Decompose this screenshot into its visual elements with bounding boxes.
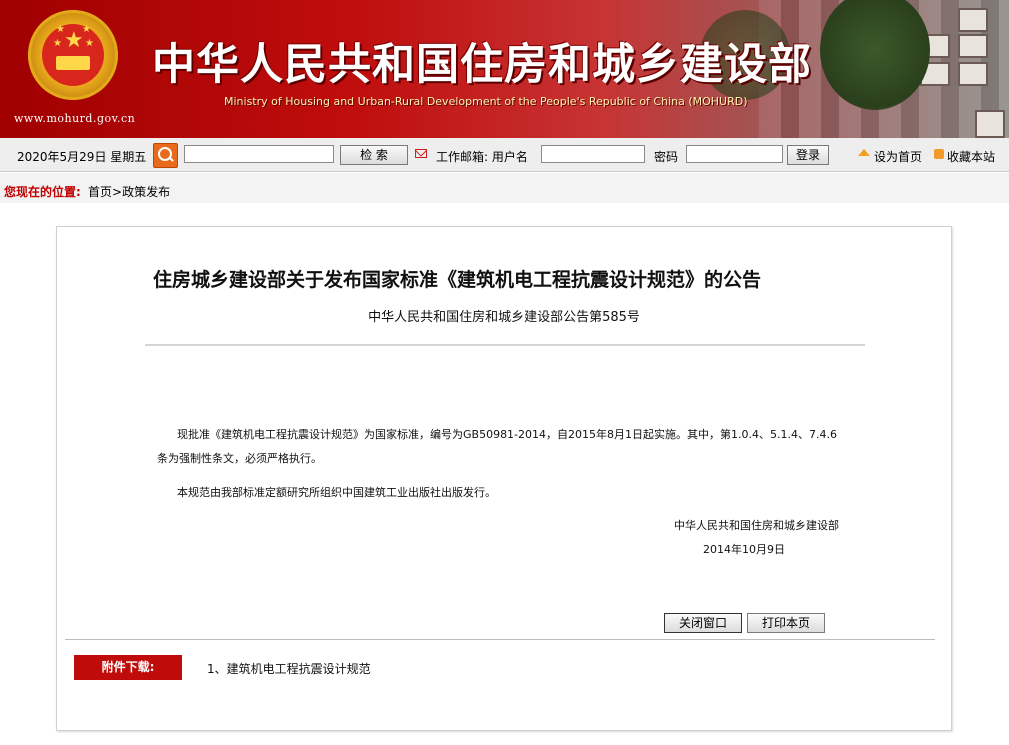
article-paragraph: 现批准《建筑机电工程抗震设计规范》为国家标准，编号为GB50981-2014，自… xyxy=(157,428,837,465)
article-paragraph: 本规范由我部标准定额研究所组织中国建筑工业出版社出版发行。 xyxy=(177,486,496,499)
header-banner: ★ ★ ★ ★ ★ www.mohurd.gov.cn 中华人民共和国住房和城乡… xyxy=(0,0,1009,138)
set-home-link[interactable]: 设为首页 xyxy=(874,148,922,165)
password-input[interactable] xyxy=(686,145,783,163)
breadcrumb: 您现在的位置: 首页>政策发布 xyxy=(0,173,1009,203)
building-door xyxy=(975,110,1005,138)
search-input[interactable] xyxy=(184,145,334,163)
breadcrumb-path: 首页>政策发布 xyxy=(88,183,170,200)
breadcrumb-separator: > xyxy=(112,185,123,199)
signer: 中华人民共和国住房和城乡建设部 xyxy=(674,519,839,532)
print-page-button[interactable]: 打印本页 xyxy=(747,613,825,633)
login-button[interactable]: 登录 xyxy=(787,145,829,165)
document-number: 中华人民共和国住房和城乡建设部公告第585号 xyxy=(368,310,640,325)
current-date: 2020年5月29日 星期五 xyxy=(17,150,147,164)
mail-label: 工作邮箱: 用户名 xyxy=(436,150,528,164)
close-window-button[interactable]: 关闭窗口 xyxy=(664,613,742,633)
site-subtitle: Ministry of Housing and Urban-Rural Deve… xyxy=(224,95,748,108)
national-emblem: ★ ★ ★ ★ ★ xyxy=(28,10,118,100)
bookmark-link[interactable]: 收藏本站 xyxy=(947,148,995,165)
attachment-link[interactable]: 1、建筑机电工程抗震设计规范 xyxy=(207,660,371,677)
search-icon[interactable] xyxy=(153,143,178,168)
search-button[interactable]: 检 索 xyxy=(340,145,408,165)
attachment-label: 附件下载: xyxy=(74,655,182,680)
site-title: 中华人民共和国住房和城乡建设部 xyxy=(152,40,812,90)
username-input[interactable] xyxy=(541,145,645,163)
article-title: 住房城乡建设部关于发布国家标准《建筑机电工程抗震设计规范》的公告 xyxy=(152,269,761,291)
site-url: www.mohurd.gov.cn xyxy=(14,112,136,125)
building-window xyxy=(958,34,988,58)
title-divider xyxy=(145,344,865,346)
rss-icon[interactable] xyxy=(934,149,944,159)
article-panel: 住房城乡建设部关于发布国家标准《建筑机电工程抗震设计规范》的公告 中华人民共和国… xyxy=(56,226,952,731)
signed-date: 2014年10月9日 xyxy=(703,543,785,556)
building-window xyxy=(958,62,988,86)
attachment-divider xyxy=(65,639,935,640)
breadcrumb-home[interactable]: 首页 xyxy=(88,185,112,199)
home-icon[interactable] xyxy=(858,149,870,156)
breadcrumb-label: 您现在的位置: xyxy=(4,185,81,199)
breadcrumb-current[interactable]: 政策发布 xyxy=(122,185,170,199)
password-label: 密码 xyxy=(654,150,679,164)
building-window xyxy=(958,8,988,32)
mail-icon xyxy=(415,149,427,158)
